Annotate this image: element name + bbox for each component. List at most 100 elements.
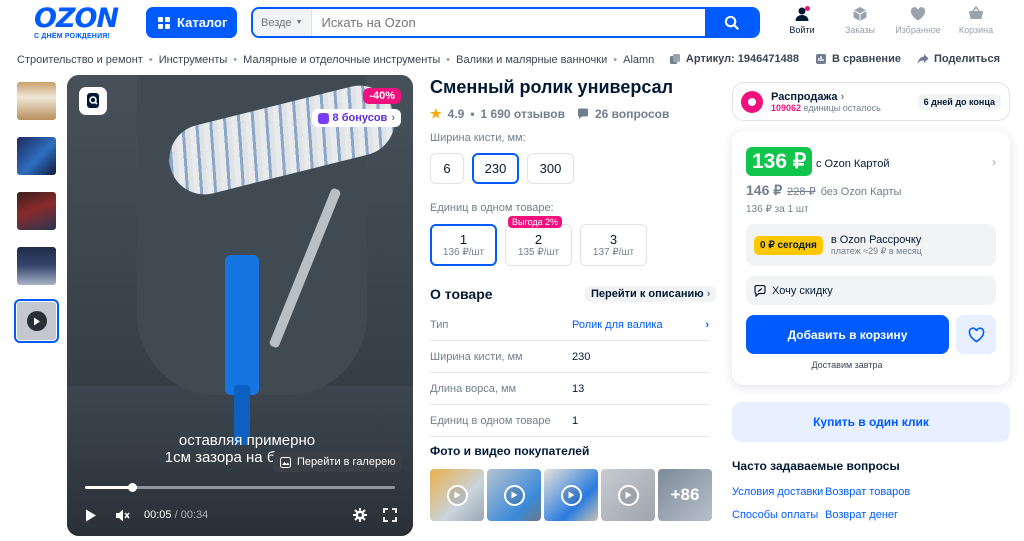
spec-row: Длина ворса, мм 13 (430, 373, 709, 405)
chevron-right-icon: › (706, 288, 711, 300)
nav-cart[interactable]: Корзина (954, 6, 998, 35)
customer-video[interactable] (487, 469, 541, 521)
bonus-badge[interactable]: 8 бонусов › (311, 109, 401, 127)
share-button[interactable]: Поделиться (917, 53, 1000, 65)
chevron-right-icon: › (840, 90, 845, 103)
reviews-count[interactable]: 1 690 отзывов (481, 107, 565, 121)
visual-search-button[interactable] (79, 87, 107, 115)
regular-price: 146 ₽ (746, 182, 783, 198)
video-progress-bar[interactable] (85, 483, 395, 492)
chevron-right-icon: › (705, 318, 709, 331)
share-icon (917, 54, 929, 64)
more-photos-button[interactable]: +86 (658, 469, 712, 521)
want-discount-button[interactable]: Хочу скидку (746, 276, 996, 305)
customer-photos-title: Фото и видео покупателей (430, 444, 590, 458)
article-number[interactable]: Артикул: 1946471488 (669, 53, 799, 65)
breadcrumb-item[interactable]: Alamn (623, 54, 654, 66)
user-icon (795, 6, 810, 21)
faq-link-payment[interactable]: Способы оплаты (732, 509, 818, 521)
nav-login[interactable]: Войти (780, 6, 824, 35)
go-to-description-link[interactable]: Перейти к описанию › (585, 286, 717, 302)
thumbnail-1[interactable] (17, 82, 56, 120)
video-progress-handle[interactable] (127, 483, 137, 492)
search-input[interactable] (311, 9, 705, 36)
fullscreen-icon[interactable] (383, 508, 397, 522)
faq-link-refund[interactable]: Возврат денег (825, 509, 898, 521)
pack-price: 137 ₽/шт (592, 247, 635, 258)
customer-video[interactable] (544, 469, 598, 521)
no-card-label: без Ozon Карты (820, 186, 902, 198)
nav-orders[interactable]: Заказы (838, 6, 882, 35)
favorite-button[interactable] (956, 315, 996, 354)
add-to-cart-button[interactable]: Добавить в корзину (746, 315, 949, 354)
bonus-icon (317, 112, 329, 124)
search-scope-label: Везде (261, 16, 292, 29)
pack-option[interactable]: 3 137 ₽/шт (580, 224, 647, 266)
ozon-logo[interactable]: OZON С ДНЁМ РОЖДЕНИЯ! (34, 3, 138, 42)
pack-count: 2 (534, 232, 543, 247)
thumbnail-4[interactable] (17, 247, 56, 285)
gallery-label: Перейти в галерею (297, 456, 396, 468)
faq-link-returns[interactable]: Возврат товаров (825, 486, 910, 498)
nav-favorites[interactable]: Избранное (895, 6, 941, 35)
spec-value: 230 (572, 350, 591, 363)
thumbnail-video[interactable] (14, 299, 59, 343)
faq-title: Часто задаваемые вопросы (732, 459, 900, 473)
settings-icon[interactable] (353, 508, 367, 522)
spec-value: 1 (572, 414, 579, 427)
search-button[interactable] (705, 9, 758, 36)
mute-icon[interactable] (115, 509, 130, 522)
thumbnail-3[interactable] (17, 192, 56, 230)
copy-icon (669, 54, 680, 64)
installment-option[interactable]: 0 ₽ сегодня в Ozon Рассрочку платеж ≈29 … (746, 224, 996, 266)
product-video[interactable]: -40% 8 бонусов › оставляя примерно 1см з… (67, 75, 413, 536)
spec-value-link[interactable]: Ролик для валика › (572, 319, 709, 331)
catalog-button[interactable]: Каталог (146, 7, 237, 38)
compare-icon (815, 54, 826, 64)
installment-badge: 0 ₽ сегодня (754, 235, 823, 255)
sale-banner[interactable]: Распродажа › 109062 единицы осталось 6 д… (732, 82, 1010, 121)
width-option-selected[interactable]: 230 (472, 153, 519, 184)
product-title: Сменный ролик универсал (430, 77, 674, 97)
play-icon (446, 484, 468, 506)
breadcrumb-item[interactable]: Малярные и отделочные инструменты (243, 54, 440, 66)
cart-icon (969, 6, 983, 19)
breadcrumb-item[interactable]: Инструменты (159, 54, 228, 66)
buy-one-click-button[interactable]: Купить в один клик (732, 402, 1010, 442)
breadcrumb: Строительство и ремонт • Инструменты • Мал… (17, 54, 655, 66)
heart-icon (968, 326, 984, 342)
pack-count: 3 (609, 232, 618, 247)
breadcrumb-item[interactable]: Строительство и ремонт (17, 54, 143, 66)
thumbnail-2[interactable] (17, 137, 56, 175)
pack-option[interactable]: Выгода 2% 2 135 ₽/шт (505, 216, 572, 266)
search-bar: Везде ▼ (251, 7, 760, 38)
play-icon (560, 484, 582, 506)
bonus-label: 8 бонусов (332, 112, 388, 124)
chevron-right-icon[interactable]: › (992, 155, 996, 169)
width-option[interactable]: 6 (430, 153, 464, 184)
customer-photos: +86 (430, 469, 712, 521)
compare-button[interactable]: В сравнение (815, 53, 901, 65)
pack-label: Единиц в одном товаре: (430, 202, 554, 214)
product-rating[interactable]: ★ 4.9 • 1 690 отзывов 26 вопросов (430, 106, 669, 122)
logo-word: OZON (34, 3, 119, 34)
customer-video[interactable] (430, 469, 484, 521)
article-label: Артикул: 1946471488 (685, 53, 799, 65)
search-scope-select[interactable]: Везде ▼ (253, 9, 312, 36)
video-time: 00:05 / 00:34 (144, 509, 209, 521)
chat-icon (577, 108, 588, 119)
customer-video[interactable] (601, 469, 655, 521)
pack-option-selected[interactable]: 1 136 ₽/шт (430, 224, 497, 266)
pack-options: 1 136 ₽/шт Выгода 2% 2 135 ₽/шт 3 137 ₽/… (430, 216, 647, 266)
questions-count[interactable]: 26 вопросов (595, 107, 669, 121)
video-controls: 00:05 / 00:34 (85, 506, 397, 524)
breadcrumb-item[interactable]: Валики и малярные ванночки (456, 54, 607, 66)
installment-sub: платеж ≈29 ₽ в месяц (830, 245, 922, 256)
play-icon[interactable] (85, 509, 97, 522)
chevron-down-icon: ▼ (295, 19, 303, 26)
width-option[interactable]: 300 (527, 153, 574, 184)
faq-link-delivery[interactable]: Условия доставки (732, 486, 823, 498)
spec-row: Ширина кисти, мм 230 (430, 341, 709, 373)
spec-row: Тип Ролик для валика › (430, 309, 709, 341)
gallery-button[interactable]: Перейти в галерею (273, 452, 403, 472)
